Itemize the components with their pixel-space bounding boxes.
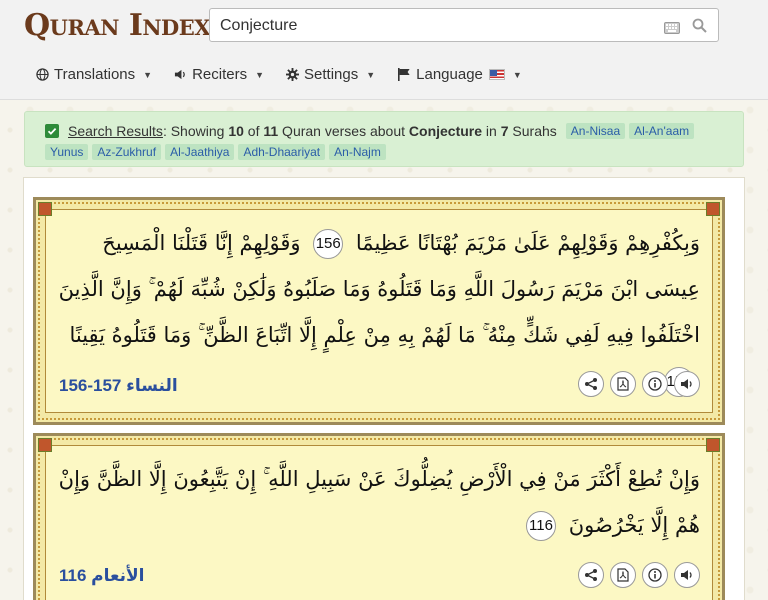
nav-reciters[interactable]: Reciters ▼ xyxy=(174,66,264,83)
nav-translations[interactable]: Translations ▼ xyxy=(36,66,152,83)
surah-tag[interactable]: Yunus xyxy=(45,144,89,160)
search-icon[interactable] xyxy=(692,18,707,37)
pdf-icon[interactable] xyxy=(610,562,636,588)
info-icon[interactable] xyxy=(642,562,668,588)
info-icon[interactable] xyxy=(642,371,668,397)
gear-icon xyxy=(286,68,300,81)
verse-actions xyxy=(578,562,700,588)
verse-actions xyxy=(578,371,700,397)
logo[interactable]: Quran Index xyxy=(24,8,211,43)
chevron-down-icon: ▼ xyxy=(366,69,376,80)
surah-tag[interactable]: Adh-Dhaariyat xyxy=(238,144,326,160)
main-nav: Translations ▼ Reciters ▼ Settings ▼ Lan… xyxy=(36,66,544,83)
pdf-icon[interactable] xyxy=(610,371,636,397)
verse-reference[interactable]: 116 الأنعام xyxy=(59,566,144,586)
surah-name: النساء xyxy=(126,376,178,396)
chevron-down-icon: ▼ xyxy=(143,69,153,80)
nav-language-label: Language xyxy=(416,66,483,83)
verse-reference[interactable]: 156-157 النساء xyxy=(59,376,178,396)
search-results-bar: Search Results : Showing 10 of 11 Quran … xyxy=(24,111,744,167)
surah-tag[interactable]: Az-Zukhruf xyxy=(92,144,162,160)
results-tags: Yunus Az-Zukhruf Al-Jaathiya Adh-Dhaariy… xyxy=(45,144,386,160)
chevron-down-icon: ▼ xyxy=(512,69,522,80)
audio-icon[interactable] xyxy=(674,562,700,588)
surah-tag[interactable]: Al-An'aam xyxy=(629,123,695,139)
surah-tag[interactable]: Al-Jaathiya xyxy=(165,144,235,160)
verse-card: وَبِكُفْرِهِمْ وَقَوْلِهِمْ عَلَىٰ مَرْي… xyxy=(33,197,725,425)
verse-arabic-text: وَإِنْ تُطِعْ أَكْثَرَ مَنْ فِي الْأَرْض… xyxy=(58,456,700,548)
audio-icon[interactable] xyxy=(674,371,700,397)
flag-icon xyxy=(397,68,411,81)
verse-number: 116 xyxy=(526,511,556,541)
share-icon[interactable] xyxy=(578,371,604,397)
results-text: : Showing 10 of 11 Quran verses about Co… xyxy=(162,123,557,139)
nav-settings-label: Settings xyxy=(304,66,359,83)
verse-card: وَإِنْ تُطِعْ أَكْثَرَ مَنْ فِي الْأَرْض… xyxy=(33,433,725,600)
verse-range: 156-157 xyxy=(59,376,122,395)
speaker-icon xyxy=(174,68,187,81)
globe-icon xyxy=(36,68,49,81)
search-input[interactable] xyxy=(220,15,640,37)
logo-text: Quran Index xyxy=(24,8,211,43)
us-flag-icon xyxy=(488,69,505,80)
nav-translations-label: Translations xyxy=(54,66,136,83)
surah-tag[interactable]: An-Nisaa xyxy=(565,123,626,139)
nav-language[interactable]: Language ▼ xyxy=(397,66,522,83)
verse-range: 116 xyxy=(59,566,87,585)
surah-tag[interactable]: An-Najm xyxy=(329,144,386,160)
results-summary: Search Results : Showing 10 of 11 Quran … xyxy=(45,123,695,139)
search-results-link[interactable]: Search Results xyxy=(68,123,163,139)
nav-settings[interactable]: Settings ▼ xyxy=(286,66,375,83)
share-icon[interactable] xyxy=(578,562,604,588)
surah-name: الأنعام xyxy=(91,566,145,586)
search-box xyxy=(209,8,719,42)
chevron-down-icon: ▼ xyxy=(255,69,265,80)
nav-reciters-label: Reciters xyxy=(192,66,248,83)
checkbox-icon[interactable] xyxy=(45,124,59,138)
keyboard-icon[interactable] xyxy=(664,19,680,38)
verse-number: 156 xyxy=(313,229,344,259)
header: Quran Index Translations ▼ Reciters ▼ xyxy=(0,0,768,100)
